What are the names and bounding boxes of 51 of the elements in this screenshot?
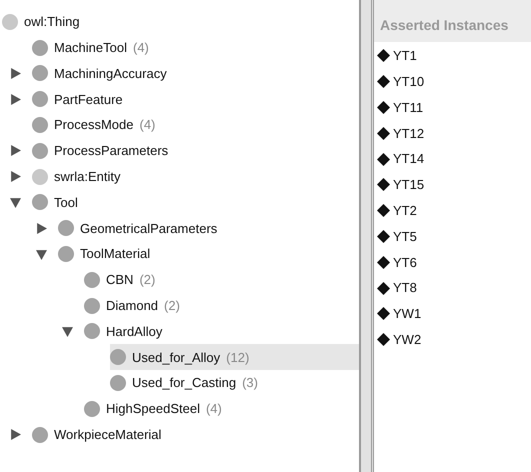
- instance-item[interactable]: YT12: [374, 120, 531, 146]
- tree-item[interactable]: HardAlloy: [84, 318, 170, 344]
- tree-item[interactable]: owl:Thing: [2, 9, 88, 35]
- instance-item[interactable]: YW1: [374, 300, 531, 327]
- caret-right-icon[interactable]: [10, 145, 21, 156]
- caret-right-icon[interactable]: [10, 94, 21, 105]
- caret-right-icon[interactable]: [10, 68, 21, 79]
- diamond-icon: [377, 152, 390, 166]
- instance-item[interactable]: YT1: [374, 43, 531, 69]
- tree-item[interactable]: ProcessParameters: [32, 138, 176, 164]
- diamond-icon: [377, 204, 390, 218]
- diamond-icon: [377, 49, 390, 62]
- instance-item[interactable]: YT2: [374, 198, 531, 224]
- diamond-icon: [377, 307, 390, 320]
- instance-item[interactable]: YT15: [374, 172, 531, 198]
- instance-item[interactable]: YT10: [374, 68, 531, 95]
- diamond-icon: [377, 256, 390, 269]
- diamond-icon: [377, 126, 390, 140]
- diamond-icon: [377, 230, 390, 243]
- caret-right-icon[interactable]: [10, 171, 21, 182]
- tree-item[interactable]: CBN (2): [84, 266, 164, 293]
- tree-item[interactable]: Tool: [32, 190, 86, 216]
- tree-item[interactable]: Used_for_Casting (3): [110, 370, 266, 396]
- tree-item[interactable]: Used_for_Alloy (12): [110, 344, 359, 370]
- tree-item[interactable]: HighSpeedSteel (4): [84, 396, 230, 422]
- tree-item[interactable]: Diamond (2): [84, 292, 188, 319]
- instance-item[interactable]: YT14: [374, 146, 531, 172]
- instance-item[interactable]: YT8: [374, 275, 531, 301]
- caret-down-icon[interactable]: [36, 248, 47, 260]
- tree-item[interactable]: MachineTool (4): [32, 34, 157, 61]
- caret-right-icon[interactable]: [10, 429, 21, 440]
- diamond-icon: [377, 178, 390, 192]
- tree-item[interactable]: swrla:Entity: [32, 164, 128, 190]
- caret-down-icon[interactable]: [10, 196, 21, 208]
- caret-right-icon[interactable]: [36, 222, 47, 234]
- diamond-icon: [377, 75, 390, 88]
- instance-item[interactable]: YT6: [374, 249, 531, 276]
- diamond-icon: [377, 282, 390, 295]
- tree-item[interactable]: GeometricalParameters: [58, 215, 226, 242]
- instance-item[interactable]: YW2: [374, 326, 531, 353]
- instance-item[interactable]: YT5: [374, 224, 531, 250]
- caret-down-icon[interactable]: [62, 326, 73, 337]
- tree-item[interactable]: WorkpieceMaterial: [32, 422, 170, 448]
- tree-item[interactable]: PartFeature: [32, 86, 131, 112]
- panel-title: Asserted Instances: [380, 16, 508, 35]
- tree-item[interactable]: ProcessMode (4): [32, 112, 164, 138]
- diamond-icon: [377, 100, 390, 114]
- tree-item[interactable]: ToolMaterial: [58, 241, 158, 267]
- diamond-icon: [377, 333, 390, 346]
- instance-item[interactable]: YT11: [374, 94, 531, 120]
- tree-item[interactable]: MachiningAccuracy: [32, 60, 175, 86]
